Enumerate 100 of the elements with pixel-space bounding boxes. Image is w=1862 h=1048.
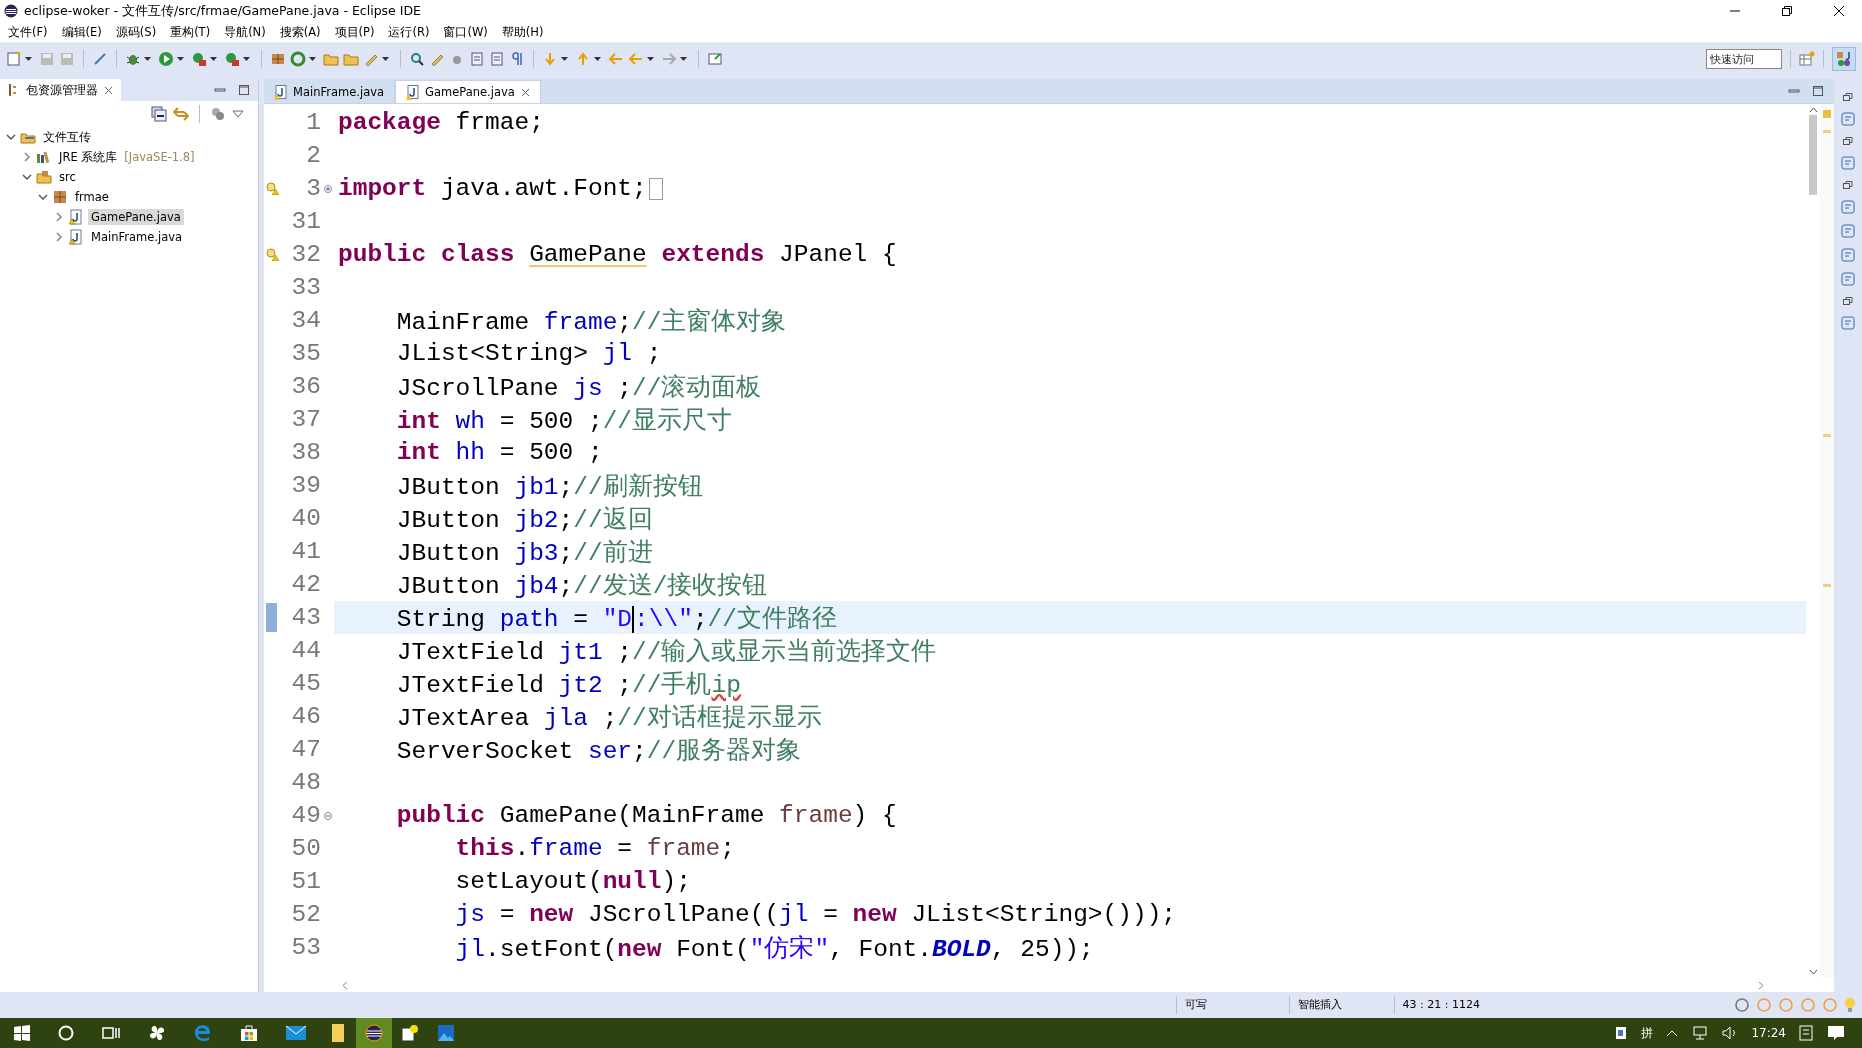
windows-icon[interactable] — [14, 1025, 30, 1041]
document-icon[interactable] — [469, 51, 485, 67]
caret-icon[interactable] — [243, 57, 250, 61]
whitespace-icon[interactable] — [509, 51, 525, 67]
restore-icon[interactable] — [1842, 135, 1854, 147]
chevron-up-icon[interactable] — [1666, 1029, 1679, 1037]
window-icon[interactable] — [707, 51, 723, 67]
restore-icon[interactable] — [1781, 5, 1793, 17]
filter-icon[interactable] — [210, 106, 226, 122]
collapse-fold-icon[interactable] — [323, 811, 332, 820]
java-perspective-button[interactable] — [1832, 47, 1856, 71]
link-icon[interactable] — [92, 51, 108, 67]
line-number: 1 — [305, 108, 321, 138]
maximize-icon[interactable] — [238, 84, 250, 96]
outline-icon[interactable] — [1840, 155, 1856, 171]
caret-icon[interactable] — [561, 57, 568, 61]
fan-icon[interactable] — [148, 1024, 166, 1042]
menu-item[interactable]: 编辑(E) — [61, 24, 102, 40]
code-line: this.frame = frame; — [454, 835, 735, 862]
tree-item[interactable]: MainFrame.java — [88, 229, 186, 245]
link-editor-icon[interactable] — [173, 106, 189, 122]
store-icon[interactable] — [240, 1024, 258, 1042]
maximize-icon[interactable] — [1812, 85, 1824, 97]
eclipse-icon[interactable] — [356, 1018, 392, 1048]
scroll-down-icon[interactable] — [1808, 969, 1818, 975]
code-line: MainFrame frame;//主窗体对象 — [395, 307, 787, 337]
caret-icon[interactable] — [594, 57, 601, 61]
expand-chevron-icon[interactable] — [54, 232, 64, 242]
menu-item[interactable]: 项目(P) — [334, 24, 375, 40]
collapse-chevron-icon[interactable] — [38, 192, 48, 202]
external-tool-icon[interactable] — [224, 51, 240, 67]
tree-item[interactable]: frmae — [72, 189, 112, 205]
caret-icon[interactable] — [25, 57, 32, 61]
clock[interactable]: 17:24 — [1751, 1026, 1786, 1040]
caret-icon[interactable] — [647, 57, 654, 61]
tree-item[interactable]: GamePane.java — [88, 209, 184, 225]
java-file-icon — [406, 84, 420, 100]
expand-fold-icon[interactable] — [323, 184, 332, 193]
view-tab[interactable]: 包资源管理器 — [0, 79, 121, 101]
scroll-thumb[interactable] — [1809, 115, 1817, 195]
menu-item[interactable]: 源码(S) — [115, 24, 157, 40]
tray-icon[interactable] — [1614, 1026, 1629, 1040]
expand-chevron-icon[interactable] — [54, 212, 64, 222]
line-number: 2 — [305, 141, 321, 171]
caret-icon[interactable] — [210, 57, 217, 61]
expand-chevron-icon[interactable] — [22, 152, 32, 162]
quick-access-field[interactable]: 快速访问 — [1706, 49, 1782, 69]
code-line: String path = "D:\\";//文件路径 — [395, 604, 837, 634]
line-number: 51 — [290, 867, 321, 897]
task-view-icon[interactable] — [102, 1025, 120, 1041]
line-number: 41 — [290, 537, 321, 567]
editor-tab[interactable]: GamePane.java — [395, 80, 541, 103]
package-icon[interactable] — [270, 51, 286, 67]
network-icon[interactable] — [1692, 1026, 1709, 1040]
view-menu-icon[interactable] — [232, 110, 244, 118]
menu-item[interactable]: 搜索(A) — [279, 24, 321, 40]
collapse-all-icon[interactable] — [151, 106, 167, 122]
run-icon[interactable] — [158, 51, 174, 67]
collapse-chevron-icon[interactable] — [6, 132, 16, 142]
menu-item[interactable]: 窗口(W) — [443, 24, 488, 40]
restore-icon[interactable] — [1842, 91, 1854, 103]
external-tool-icon[interactable] — [191, 51, 207, 67]
folded-code-box[interactable] — [648, 177, 663, 200]
tree-item-decoration: [JavaSE-1.8] — [124, 150, 195, 164]
lightbulb-warning-icon[interactable] — [265, 182, 279, 195]
restore-icon[interactable] — [1842, 295, 1854, 307]
menu-item[interactable]: 帮助(H) — [501, 24, 544, 40]
scroll-left-icon[interactable] — [342, 980, 348, 990]
mail-icon[interactable] — [286, 1025, 306, 1041]
caret-icon[interactable] — [144, 57, 151, 61]
lightbulb-warning-icon[interactable] — [265, 248, 279, 261]
tree-item[interactable]: src — [56, 169, 79, 185]
close-icon[interactable] — [1833, 5, 1845, 17]
library-icon — [36, 149, 52, 165]
menu-item[interactable]: 文件(F) — [8, 24, 48, 40]
caret-icon[interactable] — [382, 57, 389, 61]
menu-item[interactable]: 运行(R) — [388, 24, 430, 40]
notification-icon[interactable] — [1827, 1025, 1845, 1041]
scroll-up-icon[interactable] — [1808, 107, 1818, 113]
collapse-chevron-icon[interactable] — [22, 172, 32, 182]
code-line: public GamePane(MainFrame frame) { — [395, 802, 897, 829]
open-perspective-icon[interactable] — [1799, 51, 1815, 67]
tree-item[interactable]: 文件互传 — [40, 128, 94, 146]
status-text: 可写 — [1175, 996, 1283, 1014]
menu-item[interactable]: 导航(N) — [224, 24, 266, 40]
caret-icon[interactable] — [177, 57, 184, 61]
tree-item[interactable]: JRE 系统库 — [56, 148, 121, 166]
menu-item[interactable]: 重构(T) — [170, 24, 211, 40]
scroll-right-icon[interactable] — [1758, 980, 1764, 990]
lightbulb-icon[interactable] — [1844, 997, 1856, 1013]
eclipse-icon — [4, 4, 18, 18]
caret-icon[interactable] — [309, 57, 316, 61]
input-method-indicator[interactable]: 拼 — [1641, 1024, 1654, 1042]
caret-icon[interactable] — [680, 57, 687, 61]
restore-icon[interactable] — [1842, 179, 1854, 191]
notes-icon[interactable] — [1799, 1025, 1813, 1041]
list-icon[interactable] — [489, 51, 505, 67]
line-number: 48 — [290, 768, 321, 798]
document-icon[interactable] — [1840, 111, 1856, 127]
browser-icon[interactable] — [194, 1024, 212, 1042]
